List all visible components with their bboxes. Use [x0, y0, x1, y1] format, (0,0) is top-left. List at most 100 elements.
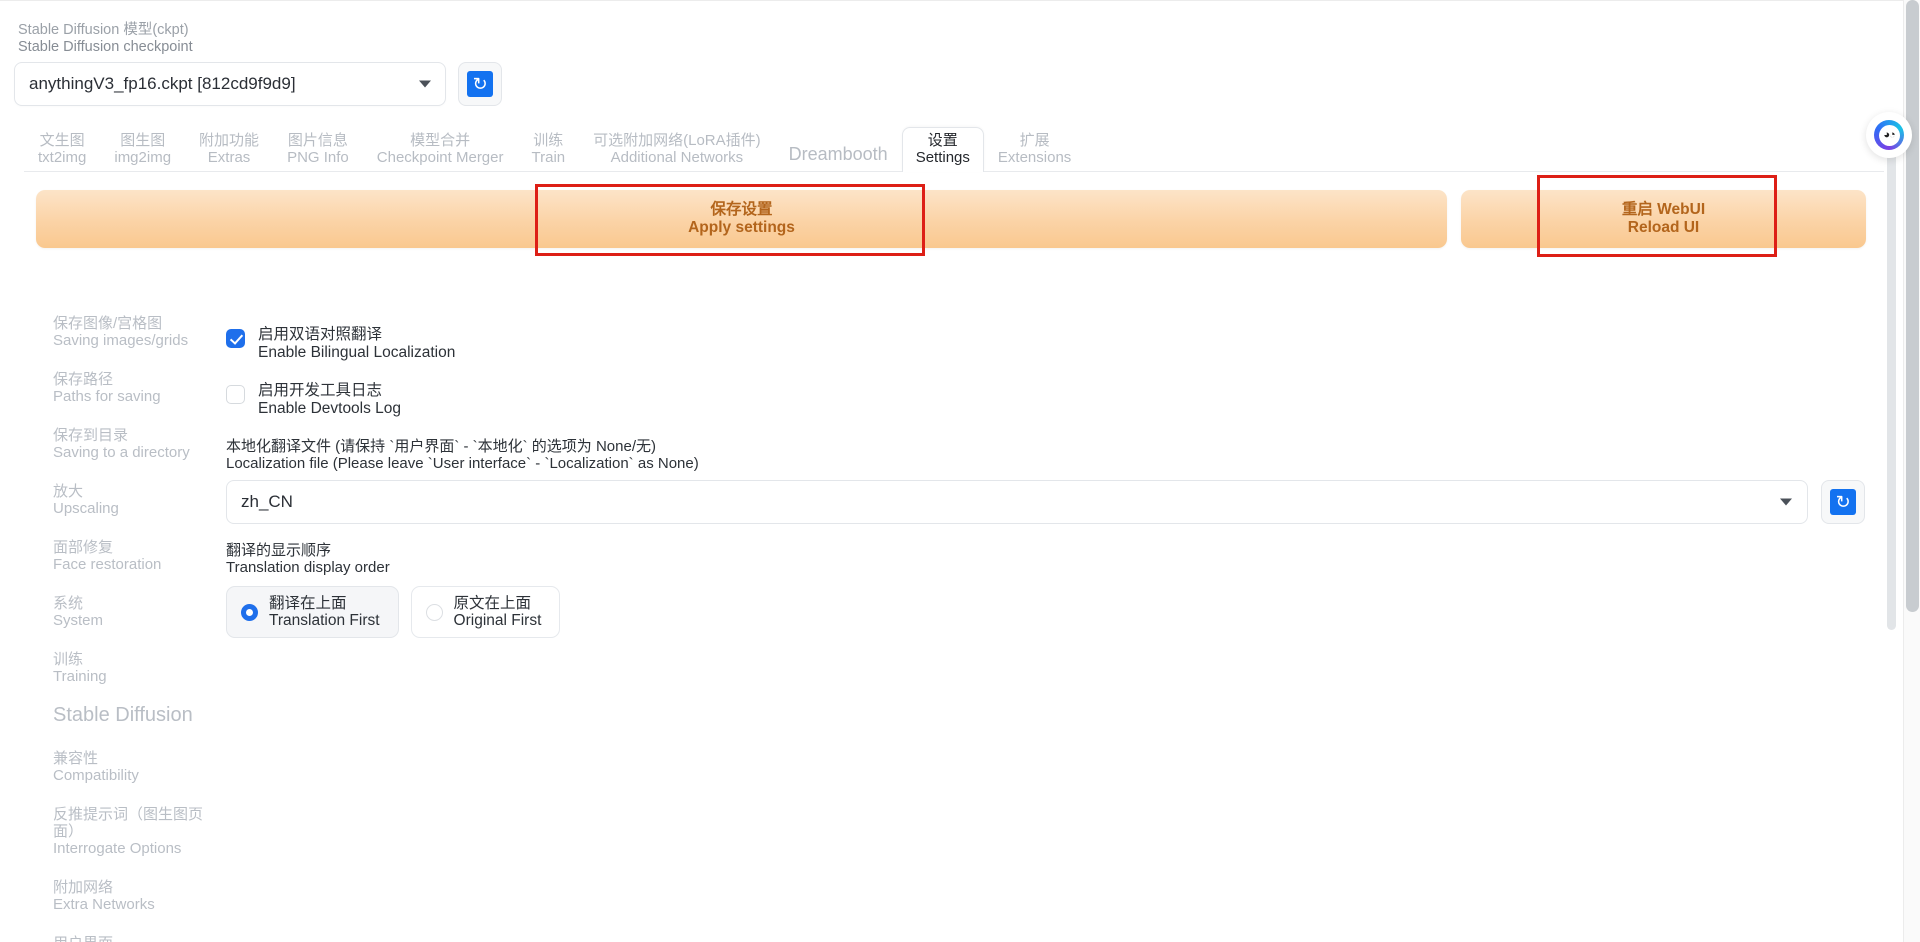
sidebar-label-cn: 保存到目录 — [53, 427, 129, 444]
checkpoint-label-en: Stable Diffusion checkpoint — [18, 38, 193, 55]
sidebar-label-cn: Stable Diffusion — [53, 704, 193, 726]
tab-train[interactable]: 训练 Train — [518, 127, 580, 172]
radio-label-en: Original First — [453, 612, 542, 629]
tab-extensions[interactable]: 扩展 Extensions — [984, 127, 1085, 172]
enable-bilingual-localization-checkbox[interactable] — [226, 329, 245, 348]
sidebar-item-extra-networks[interactable]: 附加网络 Extra Networks — [53, 879, 225, 913]
tab-label-en: Train — [531, 149, 566, 166]
checkpoint-refresh-button[interactable]: ↻ — [458, 62, 502, 106]
translation-display-order-label: 翻译的显示顺序 Translation display order — [226, 542, 1865, 576]
tab-png-info[interactable]: 图片信息 PNG Info — [273, 127, 363, 172]
display-order-label-cn: 翻译的显示顺序 — [226, 542, 332, 559]
radio-original-first-label: 原文在上面 Original First — [454, 595, 542, 629]
enable-bilingual-localization-label: 启用双语对照翻译 Enable Bilingual Localization — [258, 326, 455, 362]
checkbox-label-en: Enable Devtools Log — [258, 400, 402, 417]
checkbox-label-cn: 启用双语对照翻译 — [258, 326, 383, 343]
tab-dreambooth[interactable]: Dreambooth — [775, 135, 902, 172]
sidebar-item-paths-for-saving[interactable]: 保存路径 Paths for saving — [53, 371, 225, 405]
refresh-icon: ↻ — [1830, 489, 1856, 515]
display-order-label-en: Translation display order — [226, 559, 390, 576]
sidebar-item-interrogate-options[interactable]: 反推提示词（图生图页面） Interrogate Options — [53, 806, 225, 857]
devtools-log-row[interactable]: 启用开发工具日志 Enable Devtools Log — [226, 382, 1865, 418]
sidebar-item-upscaling[interactable]: 放大 Upscaling — [53, 483, 225, 517]
tab-label-en: Extras — [207, 149, 251, 166]
radio-label-cn: 翻译在上面 — [269, 595, 347, 612]
sidebar-item-face-restoration[interactable]: 面部修复 Face restoration — [53, 539, 225, 573]
settings-action-bar: 保存设置 Apply settings 重启 WebUI Reload UI — [36, 190, 1866, 248]
radio-original-first[interactable]: 原文在上面 Original First — [410, 586, 561, 638]
enable-devtools-log-label: 启用开发工具日志 Enable Devtools Log — [258, 382, 401, 418]
sidebar-item-saving-images[interactable]: 保存图像/宫格图 Saving images/grids — [53, 315, 225, 349]
checkbox-label-cn: 启用开发工具日志 — [258, 382, 383, 399]
tab-label-cn: 可选附加网络(LoRA插件) — [593, 132, 761, 149]
radio-translation-first-indicator[interactable] — [241, 603, 258, 621]
refresh-icon: ↻ — [467, 71, 493, 97]
sidebar-label-en: Face restoration — [53, 556, 162, 573]
checkpoint-label-cn: Stable Diffusion 模型(ckpt) — [18, 22, 189, 38]
inner-scrollbar-thumb[interactable] — [1887, 150, 1896, 630]
tab-img2img[interactable]: 图生图 img2img — [100, 127, 185, 172]
sidebar-label-en: Training — [53, 668, 107, 685]
bilingual-localization-row[interactable]: 启用双语对照翻译 Enable Bilingual Localization — [226, 326, 1865, 362]
checkpoint-select[interactable]: anythingV3_fp16.ckpt [812cd9f9d9] — [14, 62, 446, 106]
sidebar-item-saving-to-directory[interactable]: 保存到目录 Saving to a directory — [53, 427, 225, 461]
main-tabs: 文生图 txt2img 图生图 img2img 附加功能 Extras 图片信息… — [24, 126, 1884, 172]
reload-ui-button[interactable]: 重启 WebUI Reload UI — [1461, 190, 1866, 248]
sidebar-item-compatibility[interactable]: 兼容性 Compatibility — [53, 750, 225, 784]
localization-file-value: zh_CN — [241, 492, 293, 511]
settings-panel: 启用双语对照翻译 Enable Bilingual Localization 启… — [225, 290, 1920, 942]
tab-additional-networks[interactable]: 可选附加网络(LoRA插件) Additional Networks — [579, 127, 775, 172]
reload-ui-label-en: Reload UI — [1627, 219, 1700, 236]
localization-file-row: zh_CN ↻ — [226, 480, 1865, 524]
tab-label-cn: 图生图 — [120, 132, 166, 149]
radio-translation-first-label: 翻译在上面 Translation First — [269, 595, 380, 629]
sidebar-label-cn: 放大 — [53, 483, 84, 500]
sidebar-label-en: Saving to a directory — [53, 444, 190, 461]
tab-checkpoint-merger[interactable]: 模型合并 Checkpoint Merger — [363, 127, 518, 172]
radio-label-en: Translation First — [269, 612, 380, 629]
settings-body: 保存图像/宫格图 Saving images/grids 保存路径 Paths … — [0, 290, 1920, 942]
chevron-down-icon — [1780, 498, 1792, 506]
tab-label-cn: 训练 — [533, 132, 564, 149]
reload-ui-label-cn: 重启 WebUI — [1621, 201, 1706, 218]
assistant-orb-button[interactable]: ◕◔ — [1866, 112, 1912, 158]
sidebar-label-en: System — [53, 612, 104, 629]
sidebar-item-training[interactable]: 训练 Training — [53, 651, 225, 685]
settings-sidebar: 保存图像/宫格图 Saving images/grids 保存路径 Paths … — [0, 290, 225, 942]
chevron-down-icon — [419, 80, 431, 88]
localization-file-select[interactable]: zh_CN — [226, 480, 1808, 524]
radio-original-first-indicator[interactable] — [425, 603, 443, 621]
sidebar-label-cn: 面部修复 — [53, 539, 114, 556]
tab-label-cn: 模型合并 — [410, 132, 471, 149]
radio-translation-first[interactable]: 翻译在上面 Translation First — [226, 586, 399, 638]
checkbox-label-en: Enable Bilingual Localization — [258, 344, 456, 361]
apply-settings-button[interactable]: 保存设置 Apply settings — [36, 190, 1447, 248]
radio-label-cn: 原文在上面 — [453, 595, 532, 612]
tab-txt2img[interactable]: 文生图 txt2img — [24, 127, 100, 172]
sidebar-label-en: Extra Networks — [53, 896, 155, 913]
tab-settings[interactable]: 设置 Settings — [901, 127, 984, 172]
tab-label-en: Checkpoint Merger — [376, 149, 504, 166]
checkpoint-label: Stable Diffusion 模型(ckpt) Stable Diffusi… — [14, 22, 534, 55]
sidebar-item-stable-diffusion[interactable]: Stable Diffusion — [53, 704, 225, 726]
app-root: Stable Diffusion 模型(ckpt) Stable Diffusi… — [0, 0, 1920, 942]
sidebar-label-cn: 兼容性 — [53, 750, 99, 767]
checkpoint-section: Stable Diffusion 模型(ckpt) Stable Diffusi… — [14, 22, 534, 106]
sidebar-label-cn: 保存路径 — [53, 371, 114, 388]
sidebar-label-en: Interrogate Options — [53, 840, 182, 857]
tab-label-en: Settings — [915, 149, 970, 166]
enable-devtools-log-checkbox[interactable] — [226, 385, 245, 404]
checkpoint-controls: anythingV3_fp16.ckpt [812cd9f9d9] ↻ — [14, 62, 534, 106]
tab-label-cn: 附加功能 — [199, 132, 260, 149]
apply-settings-label-cn: 保存设置 — [710, 201, 773, 218]
sidebar-item-user-interface[interactable]: 用户界面 User interface — [53, 935, 225, 942]
localization-refresh-button[interactable]: ↻ — [1821, 480, 1865, 524]
tab-label-en: Dreambooth — [788, 144, 888, 164]
page-scrollbar-thumb[interactable] — [1906, 0, 1919, 612]
tab-extras[interactable]: 附加功能 Extras — [185, 127, 273, 172]
tab-label-cn: 图片信息 — [287, 132, 348, 149]
sidebar-label-en: Compatibility — [53, 767, 139, 784]
sidebar-item-system[interactable]: 系统 System — [53, 595, 225, 629]
sidebar-label-en: Upscaling — [53, 500, 119, 517]
tab-label-en: txt2img — [38, 149, 87, 166]
